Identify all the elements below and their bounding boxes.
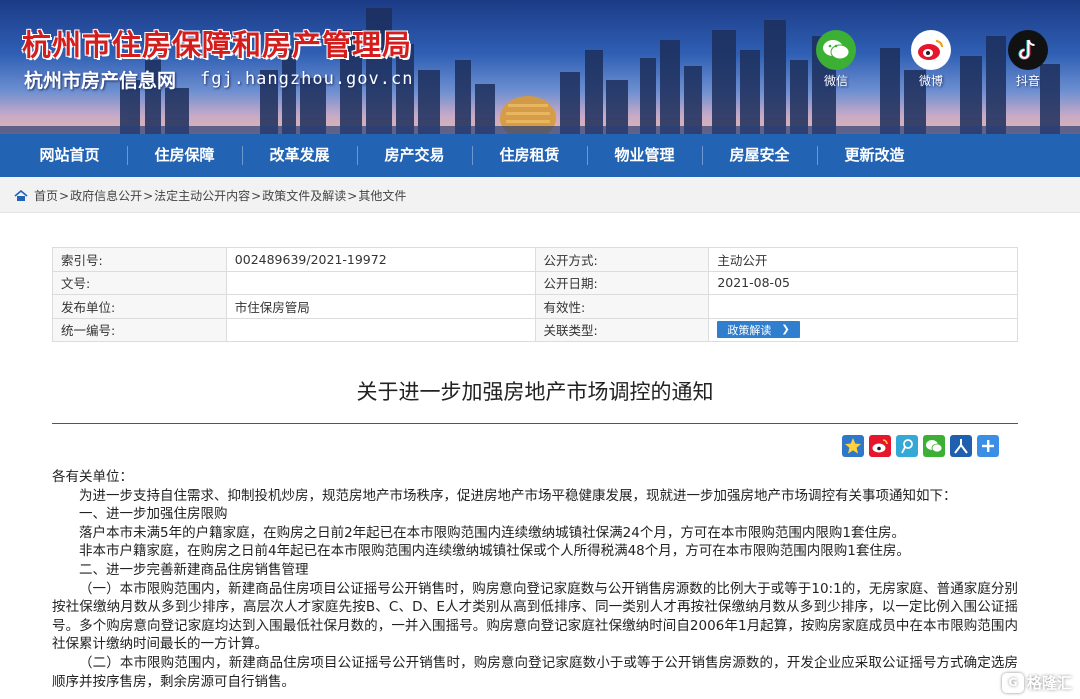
watermark-text: 格隆汇 [1026,674,1072,692]
date-value: 2021-08-05 [708,270,1018,295]
table-row: 统一编号: 关联类型: 政策解读 ❯ [52,317,1018,342]
breadcrumb-other[interactable]: 其他文件 [358,187,406,204]
douyin-icon [1008,30,1048,70]
social-douyin[interactable]: 抖音 [998,30,1058,89]
site-subtitle[interactable]: 杭州市房产信息网 [24,66,176,93]
tencent-weibo-icon[interactable] [896,435,918,457]
paragraph: 非本市户籍家庭，在购房之日前4年起已在本市限购范围内连续缴纳城镇社保或个人所得税… [79,543,910,560]
chevron-right-icon: ❯ [781,324,790,336]
code-value [225,317,536,342]
watermark: G 格隆汇 [1001,672,1072,693]
paragraph: （一）本市限购范围内，新建商品住房项目公证摇号公开销售时，购房意向登记家庭数与公… [52,580,1018,653]
table-row: 文号: 公开日期: 2021-08-05 [52,270,1018,295]
nav-item-building-safety[interactable]: 房屋安全 [702,134,817,177]
nav-item-housing-security[interactable]: 住房保障 [127,134,242,177]
section-heading: 一、进一步加强住房限购 [79,506,228,523]
method-label: 公开方式: [534,247,710,272]
issuer-label: 发布单位: [52,294,227,319]
breadcrumb-policy[interactable]: 政策文件及解读 [262,187,346,204]
method-value: 主动公开 [708,247,1018,272]
paragraph: 落户本市未满5年的户籍家庭，在购房之日前2年起已在本市限购范围内连续缴纳城镇社保… [79,524,905,541]
social-weibo[interactable]: 微博 [901,30,961,89]
breadcrumb-statutory[interactable]: 法定主动公开内容 [154,187,250,204]
index-value: 002489639/2021-19972 [225,247,536,272]
nav-item-reform[interactable]: 改革发展 [242,134,357,177]
main-nav: 网站首页 住房保障 改革发展 房产交易 住房租赁 物业管理 房屋安全 更新改造 [0,134,1080,177]
watermark-logo-icon: G [1001,672,1024,693]
breadcrumb-separator: > [143,188,154,203]
title-divider [52,423,1018,424]
paragraph: （二）本市限购范围内，新建商品住房项目公证摇号公开销售时，购房意向登记家庭数小于… [52,654,1018,690]
social-wechat[interactable]: 微信 [806,30,866,89]
social-wechat-label: 微信 [823,74,848,88]
home-icon [14,189,28,201]
table-row: 索引号: 002489639/2021-19972 公开方式: 主动公开 [52,247,1018,272]
site-domain: fgj.hangzhou.gov.cn [200,69,414,89]
breadcrumb: 首页 > 政府信息公开 > 法定主动公开内容 > 政策文件及解读 > 其他文件 [14,187,406,204]
section-heading: 二、进一步完善新建商品住房销售管理 [79,561,309,578]
weibo-icon [911,30,951,70]
policy-button-label: 政策解读 [727,323,772,337]
date-label: 公开日期: [534,270,710,295]
index-label: 索引号: [52,247,227,272]
wechat-icon[interactable] [923,435,945,457]
breadcrumb-gov-info[interactable]: 政府信息公开 [70,187,142,204]
nav-item-property-management[interactable]: 物业管理 [587,134,702,177]
salutation: 各有关单位： [52,469,133,485]
social-douyin-label: 抖音 [1015,74,1040,88]
policy-interpretation-button[interactable]: 政策解读 ❯ [717,321,800,339]
more-share-icon[interactable] [977,435,999,457]
docno-value [225,270,536,295]
related-label: 关联类型: [534,317,710,342]
nav-item-rental[interactable]: 住房租赁 [472,134,587,177]
breadcrumb-separator: > [251,188,262,203]
breadcrumb-bar: 首页 > 政府信息公开 > 法定主动公开内容 > 政策文件及解读 > 其他文件 [0,177,1080,213]
site-banner: 杭州市住房保障和房产管理局 杭州市房产信息网 fgj.hangzhou.gov.… [0,0,1080,134]
share-toolbar [842,435,999,457]
related-value: 政策解读 ❯ [708,317,1018,342]
validity-value [708,294,1018,319]
social-weibo-label: 微博 [918,74,943,88]
weibo-icon[interactable] [869,435,891,457]
nav-item-property-trade[interactable]: 房产交易 [357,134,472,177]
docno-label: 文号: [52,270,227,295]
issuer-value: 市住保房管局 [225,294,536,319]
nav-item-renewal[interactable]: 更新改造 [817,134,932,177]
document-title: 关于进一步加强房地产市场调控的通知 [356,380,714,404]
validity-label: 有效性: [534,294,710,319]
renren-icon[interactable] [950,435,972,457]
site-title[interactable]: 杭州市住房保障和房产管理局 [22,22,412,64]
document-body: 各有关单位： 为进一步支持自住需求、抑制投机炒房，规范房地产市场秩序，促进房地产… [52,468,1018,691]
paragraph-intro: 为进一步支持自住需求、抑制投机炒房，规范房地产市场秩序，促进房地产市场平稳健康发… [79,487,957,504]
breadcrumb-home[interactable]: 首页 [34,187,58,204]
breadcrumb-separator: > [59,188,70,203]
document-info-table: 索引号: 002489639/2021-19972 公开方式: 主动公开 文号:… [52,247,1018,342]
code-label: 统一编号: [52,317,227,342]
nav-item-home[interactable]: 网站首页 [12,134,127,177]
wechat-icon [816,30,856,70]
qzone-icon[interactable] [842,435,864,457]
table-row: 发布单位: 市住保房管局 有效性: [52,294,1018,319]
breadcrumb-separator: > [347,188,358,203]
